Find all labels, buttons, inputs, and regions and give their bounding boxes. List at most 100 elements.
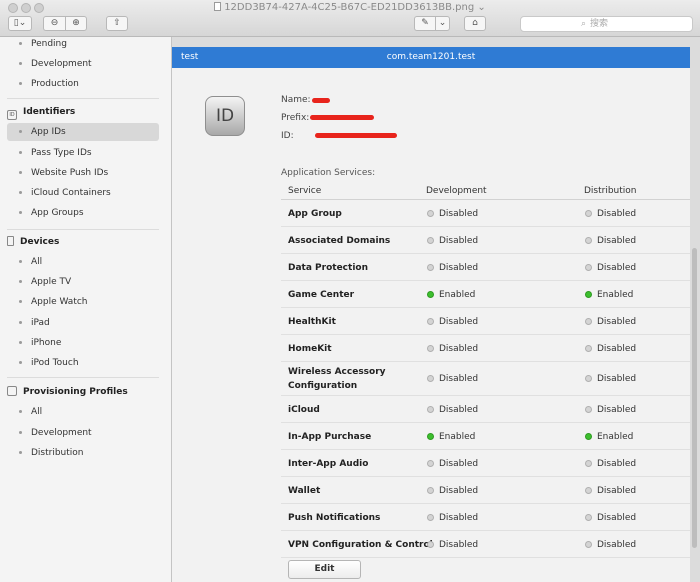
document-icon <box>214 2 222 11</box>
status-text: Disabled <box>597 374 637 384</box>
service-name: App Group <box>288 209 342 219</box>
development-status: Disabled <box>427 317 478 327</box>
sidebar-item-icloud-containers[interactable]: iCloud Containers <box>19 186 111 200</box>
edit-button[interactable]: Edit <box>288 560 361 579</box>
status-text: Disabled <box>597 405 637 415</box>
service-name: Inter-App Audio <box>288 459 369 469</box>
enabled-indicator-icon <box>427 433 434 440</box>
zoom-out-button[interactable]: ⊖ <box>43 16 65 31</box>
distribution-status: Disabled <box>585 209 636 219</box>
sidebar-item-apple-watch[interactable]: Apple Watch <box>19 295 88 309</box>
disabled-indicator-icon <box>427 375 434 382</box>
title-chevron-icon[interactable]: ⌄ <box>477 2 485 13</box>
markup-menu-button[interactable]: ⌄ <box>435 16 450 31</box>
status-text: Disabled <box>597 459 637 469</box>
service-name: VPN Configuration & Control <box>288 540 433 550</box>
status-text: Disabled <box>439 263 479 273</box>
section-header-label: Provisioning Profiles <box>23 387 128 397</box>
disabled-indicator-icon <box>585 541 592 548</box>
toolbox-button[interactable]: ⌂ <box>464 16 486 31</box>
device-icon <box>7 236 14 246</box>
sidebar-item-pass-type-ids[interactable]: Pass Type IDs <box>19 146 92 160</box>
sidebar-item-apple-tv[interactable]: Apple TV <box>19 275 71 289</box>
sidebar-item-profiles-all[interactable]: All <box>19 405 42 419</box>
sidebar-item-production[interactable]: Production <box>19 77 79 91</box>
search-field[interactable]: ⌕ 搜索 <box>520 16 693 32</box>
sidebar-item-devices-all[interactable]: All <box>19 255 42 269</box>
sidebar-item-app-ids[interactable]: App IDs <box>19 125 66 139</box>
service-name: Associated Domains <box>288 236 391 246</box>
sidebar-divider <box>7 98 159 99</box>
status-text: Disabled <box>597 344 637 354</box>
table-row: Inter-App Audio Disabled Disabled <box>281 450 690 477</box>
development-status: Disabled <box>427 236 478 246</box>
service-name: iCloud <box>288 405 320 415</box>
app-id-detail-card: test com.team1201.test ID Name: Prefix: … <box>172 47 690 582</box>
status-text: Disabled <box>597 317 637 327</box>
redaction-mark <box>312 98 330 103</box>
table-row: HomeKit Disabled Disabled <box>281 335 690 362</box>
disabled-indicator-icon <box>585 345 592 352</box>
distribution-status: Disabled <box>585 374 636 384</box>
main-content: test com.team1201.test ID Name: Prefix: … <box>172 37 700 582</box>
sidebar: Pending Development Production ID Identif… <box>0 37 172 582</box>
sidebar-divider <box>7 377 159 378</box>
id-icon: ID <box>7 110 17 120</box>
disabled-indicator-icon <box>585 460 592 467</box>
zoom-in-button[interactable]: ⊕ <box>65 16 87 31</box>
development-status: Disabled <box>427 374 478 384</box>
development-status: Enabled <box>427 432 475 442</box>
disabled-indicator-icon <box>427 345 434 352</box>
sidebar-item-development[interactable]: Development <box>19 57 92 71</box>
service-name: HealthKit <box>288 317 336 327</box>
disabled-indicator-icon <box>427 460 434 467</box>
sidebar-item-label: iPhone <box>31 338 62 348</box>
disabled-indicator-icon <box>585 514 592 521</box>
bullet-icon <box>19 451 22 454</box>
disabled-indicator-icon <box>427 487 434 494</box>
bullet-icon <box>19 62 22 65</box>
table-row: HealthKit Disabled Disabled <box>281 308 690 335</box>
section-header-label: Devices <box>20 237 60 247</box>
sidebar-item-profiles-development[interactable]: Development <box>19 426 92 440</box>
application-services-label: Application Services: <box>281 168 376 178</box>
sidebar-item-pending[interactable]: Pending <box>19 37 67 51</box>
sidebar-item-label: Production <box>31 79 79 89</box>
status-text: Disabled <box>439 540 479 550</box>
sidebar-item-ipod-touch[interactable]: iPod Touch <box>19 356 79 370</box>
scrollbar-thumb[interactable] <box>692 248 697 548</box>
sidebar-item-ipad[interactable]: iPad <box>19 316 50 330</box>
sidebar-item-label: All <box>31 257 43 267</box>
status-text: Enabled <box>439 432 476 442</box>
distribution-status: Enabled <box>585 290 633 300</box>
column-header-service: Service <box>288 186 322 196</box>
section-header-devices: Devices <box>7 234 59 250</box>
bullet-icon <box>19 341 22 344</box>
detail-header-bar: test com.team1201.test <box>172 47 690 68</box>
bullet-icon <box>19 151 22 154</box>
development-status: Disabled <box>427 486 478 496</box>
status-text: Enabled <box>439 290 476 300</box>
section-header-identifiers: ID Identifiers <box>7 104 75 120</box>
disabled-indicator-icon <box>585 237 592 244</box>
sidebar-item-label: Apple Watch <box>31 297 88 307</box>
markup-button[interactable]: ✎ <box>414 16 435 31</box>
sidebar-item-profiles-distribution[interactable]: Distribution <box>19 446 84 460</box>
sidebar-item-label: Distribution <box>31 448 84 458</box>
status-text: Disabled <box>439 486 479 496</box>
bullet-icon <box>19 171 22 174</box>
status-text: Disabled <box>439 374 479 384</box>
service-name: Data Protection <box>288 263 368 273</box>
table-row: Associated Domains Disabled Disabled <box>281 227 690 254</box>
disabled-indicator-icon <box>427 264 434 271</box>
sidebar-toggle-button[interactable]: ▯⌄ <box>8 16 32 31</box>
document-icon <box>7 386 17 396</box>
bullet-icon <box>19 300 22 303</box>
development-status: Disabled <box>427 209 478 219</box>
sidebar-item-app-groups[interactable]: App Groups <box>19 206 84 220</box>
sidebar-item-iphone[interactable]: iPhone <box>19 336 61 350</box>
sidebar-item-website-push-ids[interactable]: Website Push IDs <box>19 166 108 180</box>
disabled-indicator-icon <box>427 210 434 217</box>
search-icon: ⌕ <box>581 19 587 29</box>
share-button[interactable]: ⇧ <box>106 16 128 31</box>
